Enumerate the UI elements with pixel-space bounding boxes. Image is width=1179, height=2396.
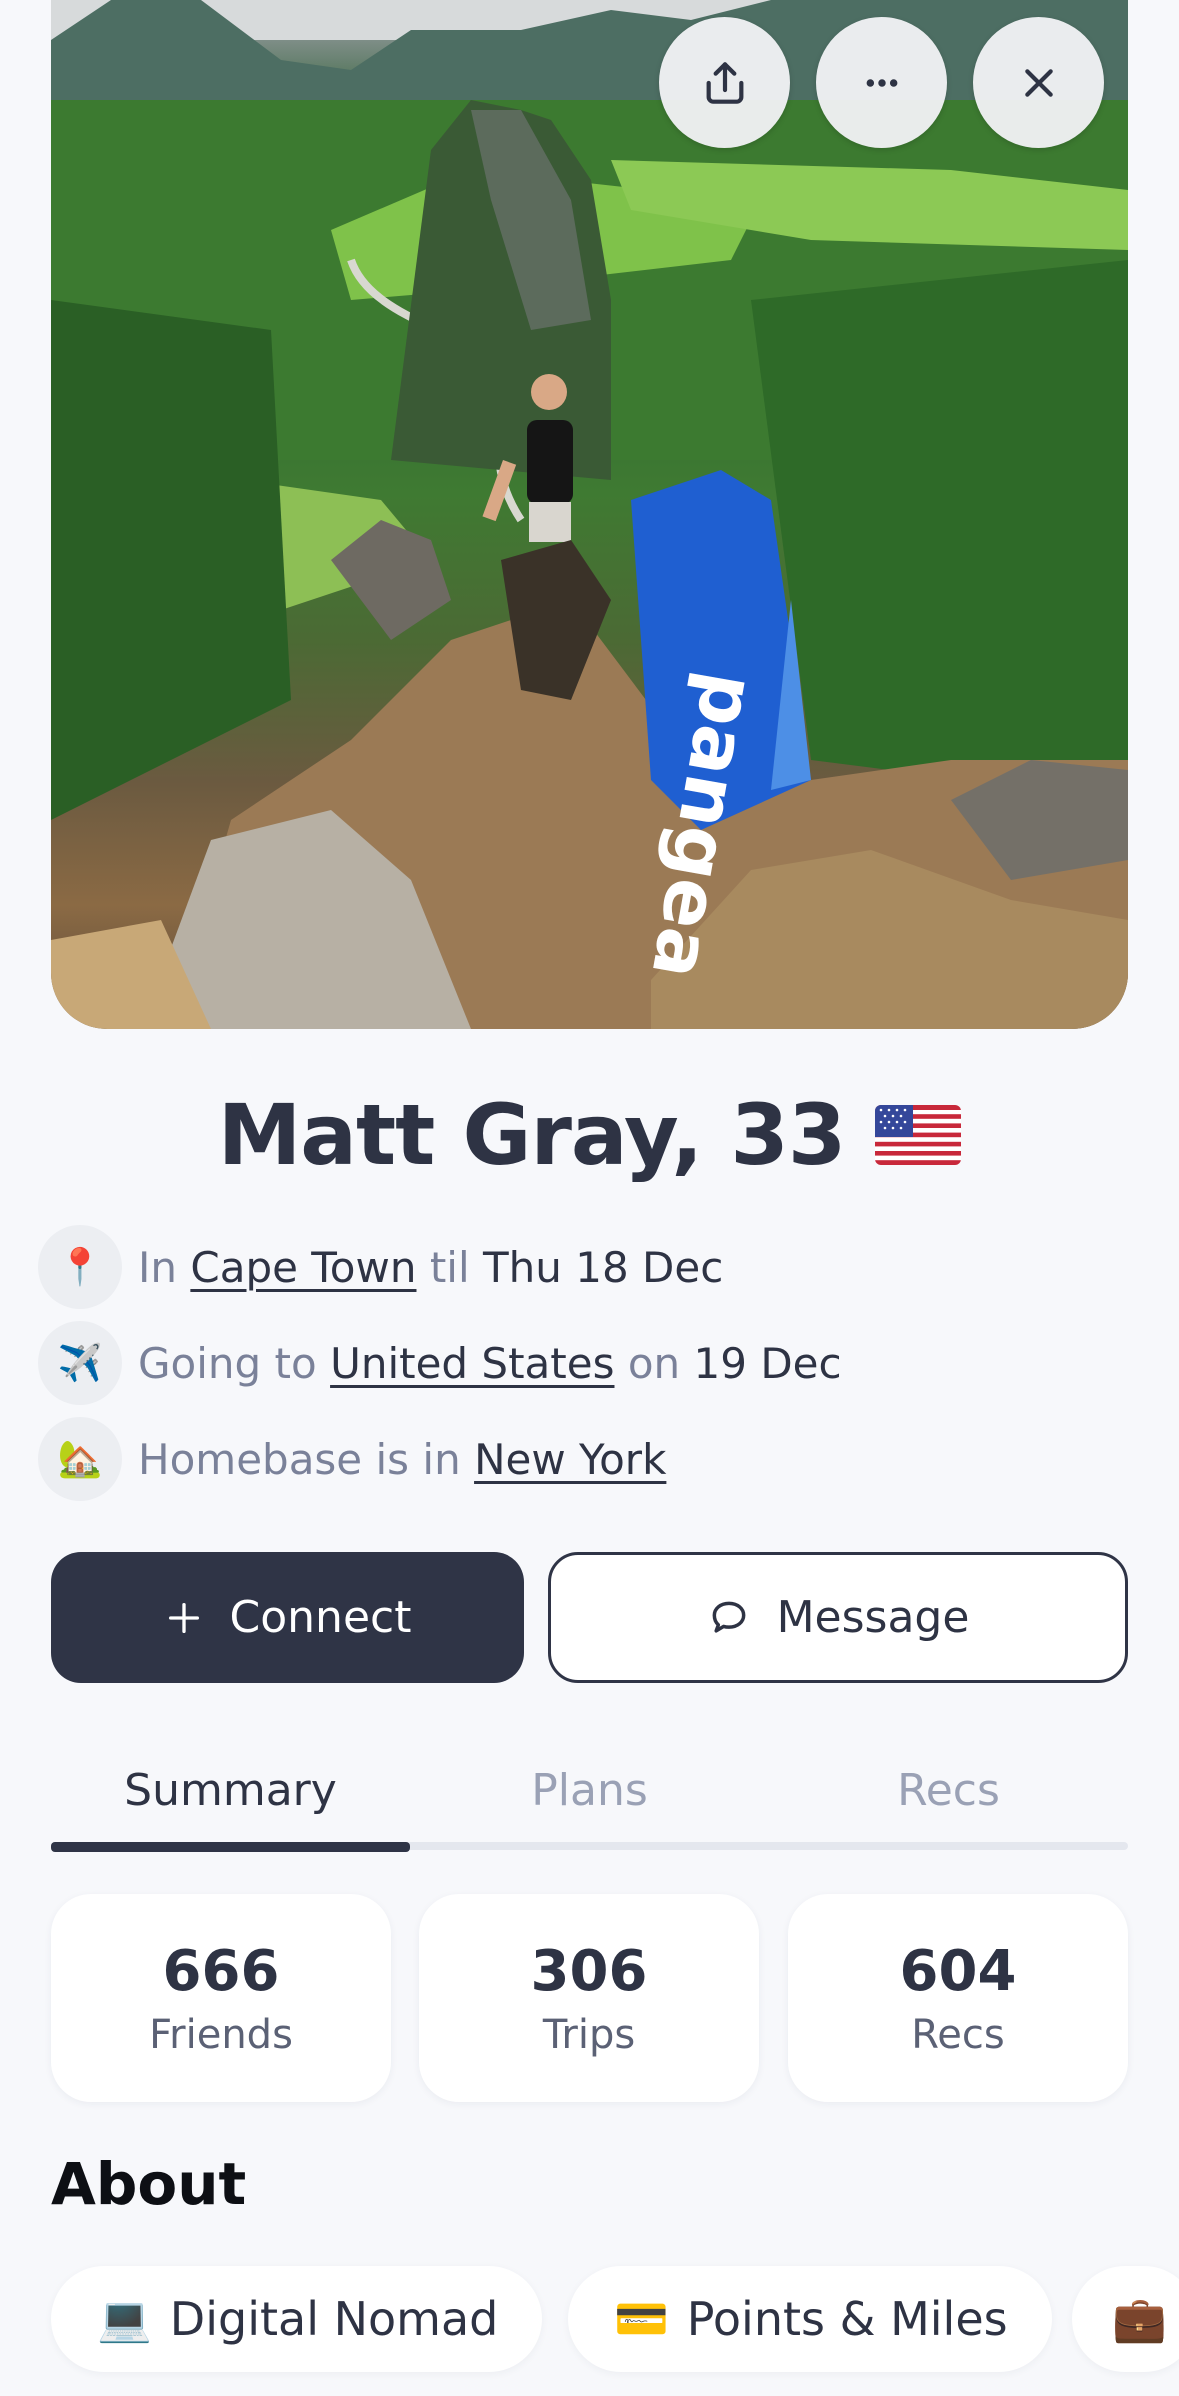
current-location-text: In Cape Town til Thu 18 Dec <box>138 1243 723 1292</box>
tab-active-indicator <box>51 1842 410 1852</box>
current-location-prefix: In <box>138 1242 178 1292</box>
homebase-city-link[interactable]: New York <box>474 1435 666 1484</box>
homebase-row: 🏡 Homebase is in New York <box>38 1417 666 1501</box>
credit-card-icon: 💳 <box>614 2294 669 2345</box>
friends-stat-card[interactable]: 666 Friends <box>51 1894 391 2102</box>
share-button[interactable] <box>659 17 790 148</box>
profile-tabs: Summary Plans Recs <box>51 1740 1128 1852</box>
profile-name: Matt Gray, 33 <box>217 1086 847 1184</box>
airplane-icon: ✈️ <box>38 1321 122 1405</box>
profile-name-row: Matt Gray, 33 <box>0 1080 1179 1190</box>
tab-plans[interactable]: Plans <box>410 1740 769 1840</box>
message-label: Message <box>776 1592 970 1643</box>
tab-recs[interactable]: Recs <box>769 1740 1128 1840</box>
pin-icon: 📍 <box>38 1225 122 1309</box>
profile-photo[interactable]: pangea <box>51 0 1128 1029</box>
next-trip-destination-link[interactable]: United States <box>330 1339 614 1388</box>
next-trip-date: 19 Dec <box>693 1338 842 1388</box>
next-trip-on: on <box>627 1338 681 1388</box>
chip-label: Digital Nomad <box>169 2292 499 2346</box>
current-location-date: Thu 18 Dec <box>483 1242 724 1292</box>
chat-bubble-icon <box>712 1601 745 1633</box>
chip-label: Points & Miles <box>686 2292 1008 2346</box>
message-button[interactable]: Message <box>548 1552 1128 1683</box>
current-location-until: til <box>429 1242 470 1292</box>
homebase-prefix: Homebase is in <box>138 1434 461 1484</box>
homebase-text: Homebase is in New York <box>138 1435 666 1484</box>
plus-icon <box>168 1602 199 1633</box>
about-chip-partial[interactable]: 💼 <box>1072 2266 1179 2372</box>
share-icon <box>706 61 743 104</box>
us-flag-icon <box>875 1105 962 1165</box>
next-trip-prefix: Going to <box>138 1338 317 1388</box>
landscape-photo-image: pangea <box>51 0 1128 1029</box>
connect-button[interactable]: Connect <box>51 1552 524 1683</box>
trips-stat-card[interactable]: 306 Trips <box>419 1894 759 2102</box>
briefcase-icon: 💼 <box>1112 2294 1167 2345</box>
close-icon <box>1024 68 1053 97</box>
about-heading: About <box>51 2150 247 2218</box>
tab-summary[interactable]: Summary <box>51 1740 410 1840</box>
friends-label: Friends <box>149 2011 293 2058</box>
friends-count: 666 <box>162 1938 280 2004</box>
house-icon: 🏡 <box>38 1417 122 1501</box>
about-chip-points-miles[interactable]: 💳 Points & Miles <box>568 2266 1052 2372</box>
more-icon <box>866 78 897 87</box>
next-trip-text: Going to United States on 19 Dec <box>138 1339 842 1388</box>
about-chip-digital-nomad[interactable]: 💻 Digital Nomad <box>51 2266 543 2372</box>
laptop-icon: 💻 <box>97 2294 152 2345</box>
recs-stat-card[interactable]: 604 Recs <box>788 1894 1128 2102</box>
close-button[interactable] <box>973 17 1104 148</box>
next-trip-row: ✈️ Going to United States on 19 Dec <box>38 1321 842 1405</box>
current-city-link[interactable]: Cape Town <box>190 1243 416 1292</box>
profile-page: pangea Matt Gray, 33 📍 In Cape Town til … <box>0 0 1179 2396</box>
recs-label: Recs <box>911 2011 1005 2058</box>
connect-label: Connect <box>229 1592 412 1643</box>
current-location-row: 📍 In Cape Town til Thu 18 Dec <box>38 1225 723 1309</box>
trips-label: Trips <box>542 2011 636 2058</box>
more-options-button[interactable] <box>816 17 947 148</box>
recs-count: 604 <box>899 1938 1017 2004</box>
trips-count: 306 <box>530 1938 648 2004</box>
